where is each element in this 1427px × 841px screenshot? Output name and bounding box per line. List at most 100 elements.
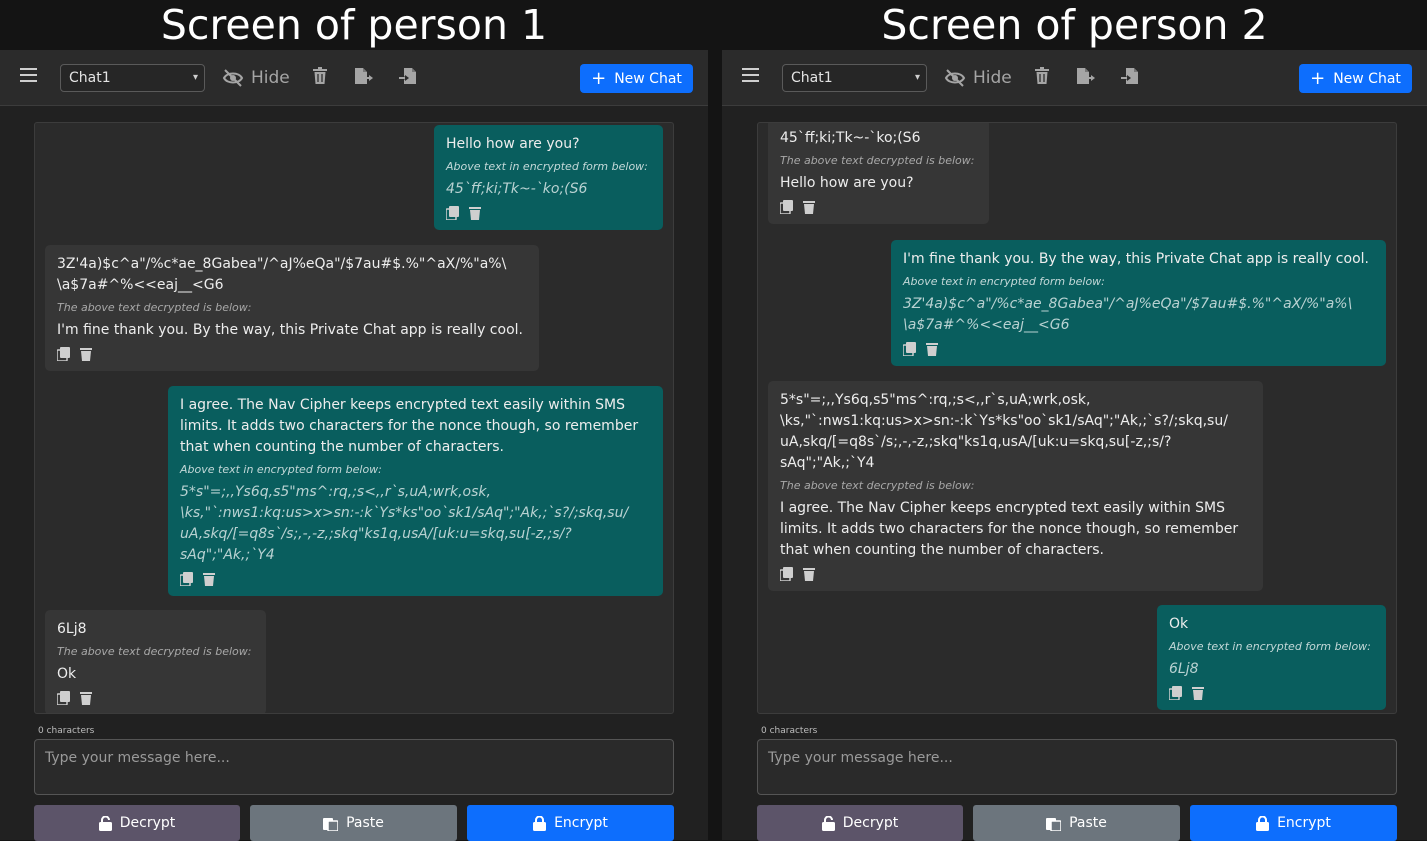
lock-icon: [1256, 815, 1270, 831]
message-list[interactable]: Hello how are you? Above text in encrypt…: [34, 122, 674, 714]
chevron-down-icon: ▾: [192, 72, 198, 83]
chevron-down-icon: ▾: [914, 72, 920, 83]
menu-icon[interactable]: [20, 68, 37, 85]
screen-person-1: Screen of person 1 Chat1 ▾ Hide + New Chat…: [0, 0, 708, 841]
message-sent: I'm fine thank you. By the way, this Pri…: [891, 240, 1386, 366]
toolbar: Chat1 ▾ Hide + New Chat: [0, 50, 708, 106]
message-text: Hello how are you?: [780, 175, 914, 191]
message-encrypted: 3Z'4a)$c^a"/%c*ae_8Gabea"/^aJ%eQa"/$7au#…: [903, 296, 1353, 333]
message-received: 45`ff;ki;Tk~-`ko;(S6 The above text decr…: [768, 123, 989, 224]
trash-icon[interactable]: [80, 691, 93, 705]
message-text: I agree. The Nav Cipher keeps encrypted …: [180, 397, 639, 455]
paste-label: Paste: [1069, 815, 1107, 831]
copy-icon[interactable]: [56, 691, 70, 706]
hide-button[interactable]: Hide: [222, 66, 290, 90]
plus-icon: +: [591, 68, 607, 89]
screen-title: Screen of person 2: [881, 1, 1268, 49]
screen-title: Screen of person 1: [160, 1, 548, 49]
trash-icon[interactable]: [803, 567, 816, 581]
decrypt-button[interactable]: Decrypt: [757, 805, 963, 841]
new-chat-button[interactable]: + New Chat: [580, 64, 693, 93]
menu-icon[interactable]: [742, 68, 759, 85]
import-icon[interactable]: [1120, 67, 1140, 87]
message-note: The above text decrypted is below:: [780, 154, 975, 167]
export-icon[interactable]: [354, 67, 374, 87]
paste-button[interactable]: Paste: [973, 805, 1180, 841]
lock-icon: [533, 815, 547, 831]
message-encrypted: 6Lj8: [1169, 661, 1199, 677]
trash-icon[interactable]: [1192, 686, 1205, 700]
app-window: Chat1 ▾ Hide + New Chat Hello how are you?…: [0, 50, 708, 841]
paste-label: Paste: [346, 815, 384, 831]
message-text: Hello how are you?: [446, 136, 580, 152]
eye-slash-icon: [222, 69, 244, 87]
trash-icon[interactable]: [1034, 67, 1054, 87]
copy-icon[interactable]: [779, 200, 793, 215]
message-sent: Hello how are you? Above text in encrypt…: [434, 125, 663, 230]
message-list[interactable]: 45`ff;ki;Tk~-`ko;(S6 The above text decr…: [757, 122, 1397, 714]
new-chat-label: New Chat: [1333, 71, 1401, 87]
hide-button[interactable]: Hide: [944, 66, 1012, 90]
copy-icon[interactable]: [902, 342, 916, 357]
message-encrypted: 5*s"=;,,Ys6q,s5"ms^:rq,;s<,,r`s,uA;wrk,o…: [180, 484, 629, 563]
paste-button[interactable]: Paste: [250, 805, 457, 841]
message-received: 6Lj8 The above text decrypted is below: …: [45, 610, 266, 713]
chat-select[interactable]: Chat1 ▾: [782, 64, 927, 92]
message-received: 5*s"=;,,Ys6q,s5"ms^:rq,;s<,,r`s,uA;wrk,o…: [768, 381, 1263, 591]
message-text: Ok: [57, 666, 77, 682]
hide-label: Hide: [251, 68, 290, 88]
copy-icon[interactable]: [56, 347, 70, 362]
message-input[interactable]: Type your message here...: [757, 739, 1397, 795]
copy-icon[interactable]: [779, 567, 793, 582]
new-chat-button[interactable]: + New Chat: [1299, 64, 1412, 93]
encrypt-label: Encrypt: [554, 815, 608, 831]
trash-icon[interactable]: [80, 347, 93, 361]
trash-icon[interactable]: [203, 572, 216, 586]
trash-icon[interactable]: [469, 206, 482, 220]
trash-icon[interactable]: [803, 200, 816, 214]
encrypt-button[interactable]: Encrypt: [1190, 805, 1397, 841]
plus-icon: +: [1310, 68, 1326, 89]
chat-select-value: Chat1: [69, 70, 111, 86]
decrypt-button[interactable]: Decrypt: [34, 805, 240, 841]
message-sent: I agree. The Nav Cipher keeps encrypted …: [168, 386, 663, 596]
character-counter: 0 characters: [38, 726, 95, 736]
eye-slash-icon: [944, 69, 966, 87]
clipboard-icon: [323, 817, 339, 831]
message-note: Above text in encrypted form below:: [446, 160, 648, 173]
message-text: I'm fine thank you. By the way, this Pri…: [57, 322, 523, 338]
message-note: The above text decrypted is below:: [57, 645, 252, 658]
clipboard-icon: [1046, 817, 1062, 831]
trash-icon[interactable]: [926, 342, 939, 356]
unlock-icon: [98, 815, 112, 831]
message-text: I agree. The Nav Cipher keeps encrypted …: [780, 500, 1239, 558]
export-icon[interactable]: [1076, 67, 1096, 87]
message-input-placeholder: Type your message here...: [45, 750, 230, 766]
message-note: The above text decrypted is below:: [57, 301, 252, 314]
import-icon[interactable]: [398, 67, 418, 87]
character-counter: 0 characters: [761, 726, 818, 736]
copy-icon[interactable]: [1168, 686, 1182, 701]
unlock-icon: [821, 815, 835, 831]
message-input[interactable]: Type your message here...: [34, 739, 674, 795]
copy-icon[interactable]: [445, 206, 459, 221]
message-encrypted: 45`ff;ki;Tk~-`ko;(S6: [780, 130, 921, 146]
copy-icon[interactable]: [179, 572, 193, 587]
trash-icon[interactable]: [312, 67, 332, 87]
message-sent: Ok Above text in encrypted form below: 6…: [1157, 605, 1386, 710]
message-encrypted: 6Lj8: [57, 621, 87, 637]
encrypt-button[interactable]: Encrypt: [467, 805, 674, 841]
message-text: I'm fine thank you. By the way, this Pri…: [903, 251, 1369, 267]
message-encrypted: 3Z'4a)$c^a"/%c*ae_8Gabea"/^aJ%eQa"/$7au#…: [57, 256, 507, 293]
message-encrypted: 5*s"=;,,Ys6q,s5"ms^:rq,;s<,,r`s,uA;wrk,o…: [780, 392, 1228, 471]
message-encrypted: 45`ff;ki;Tk~-`ko;(S6: [446, 181, 588, 197]
new-chat-label: New Chat: [614, 71, 682, 87]
hide-label: Hide: [973, 68, 1012, 88]
message-text: Ok: [1169, 616, 1189, 632]
decrypt-label: Decrypt: [119, 815, 176, 831]
encrypt-label: Encrypt: [1277, 815, 1331, 831]
chat-select[interactable]: Chat1 ▾: [60, 64, 205, 92]
screen-person-2: Screen of person 2 Chat1 ▾ Hide + New Chat…: [722, 0, 1427, 841]
chat-select-value: Chat1: [791, 70, 833, 86]
message-note: The above text decrypted is below:: [780, 479, 975, 492]
